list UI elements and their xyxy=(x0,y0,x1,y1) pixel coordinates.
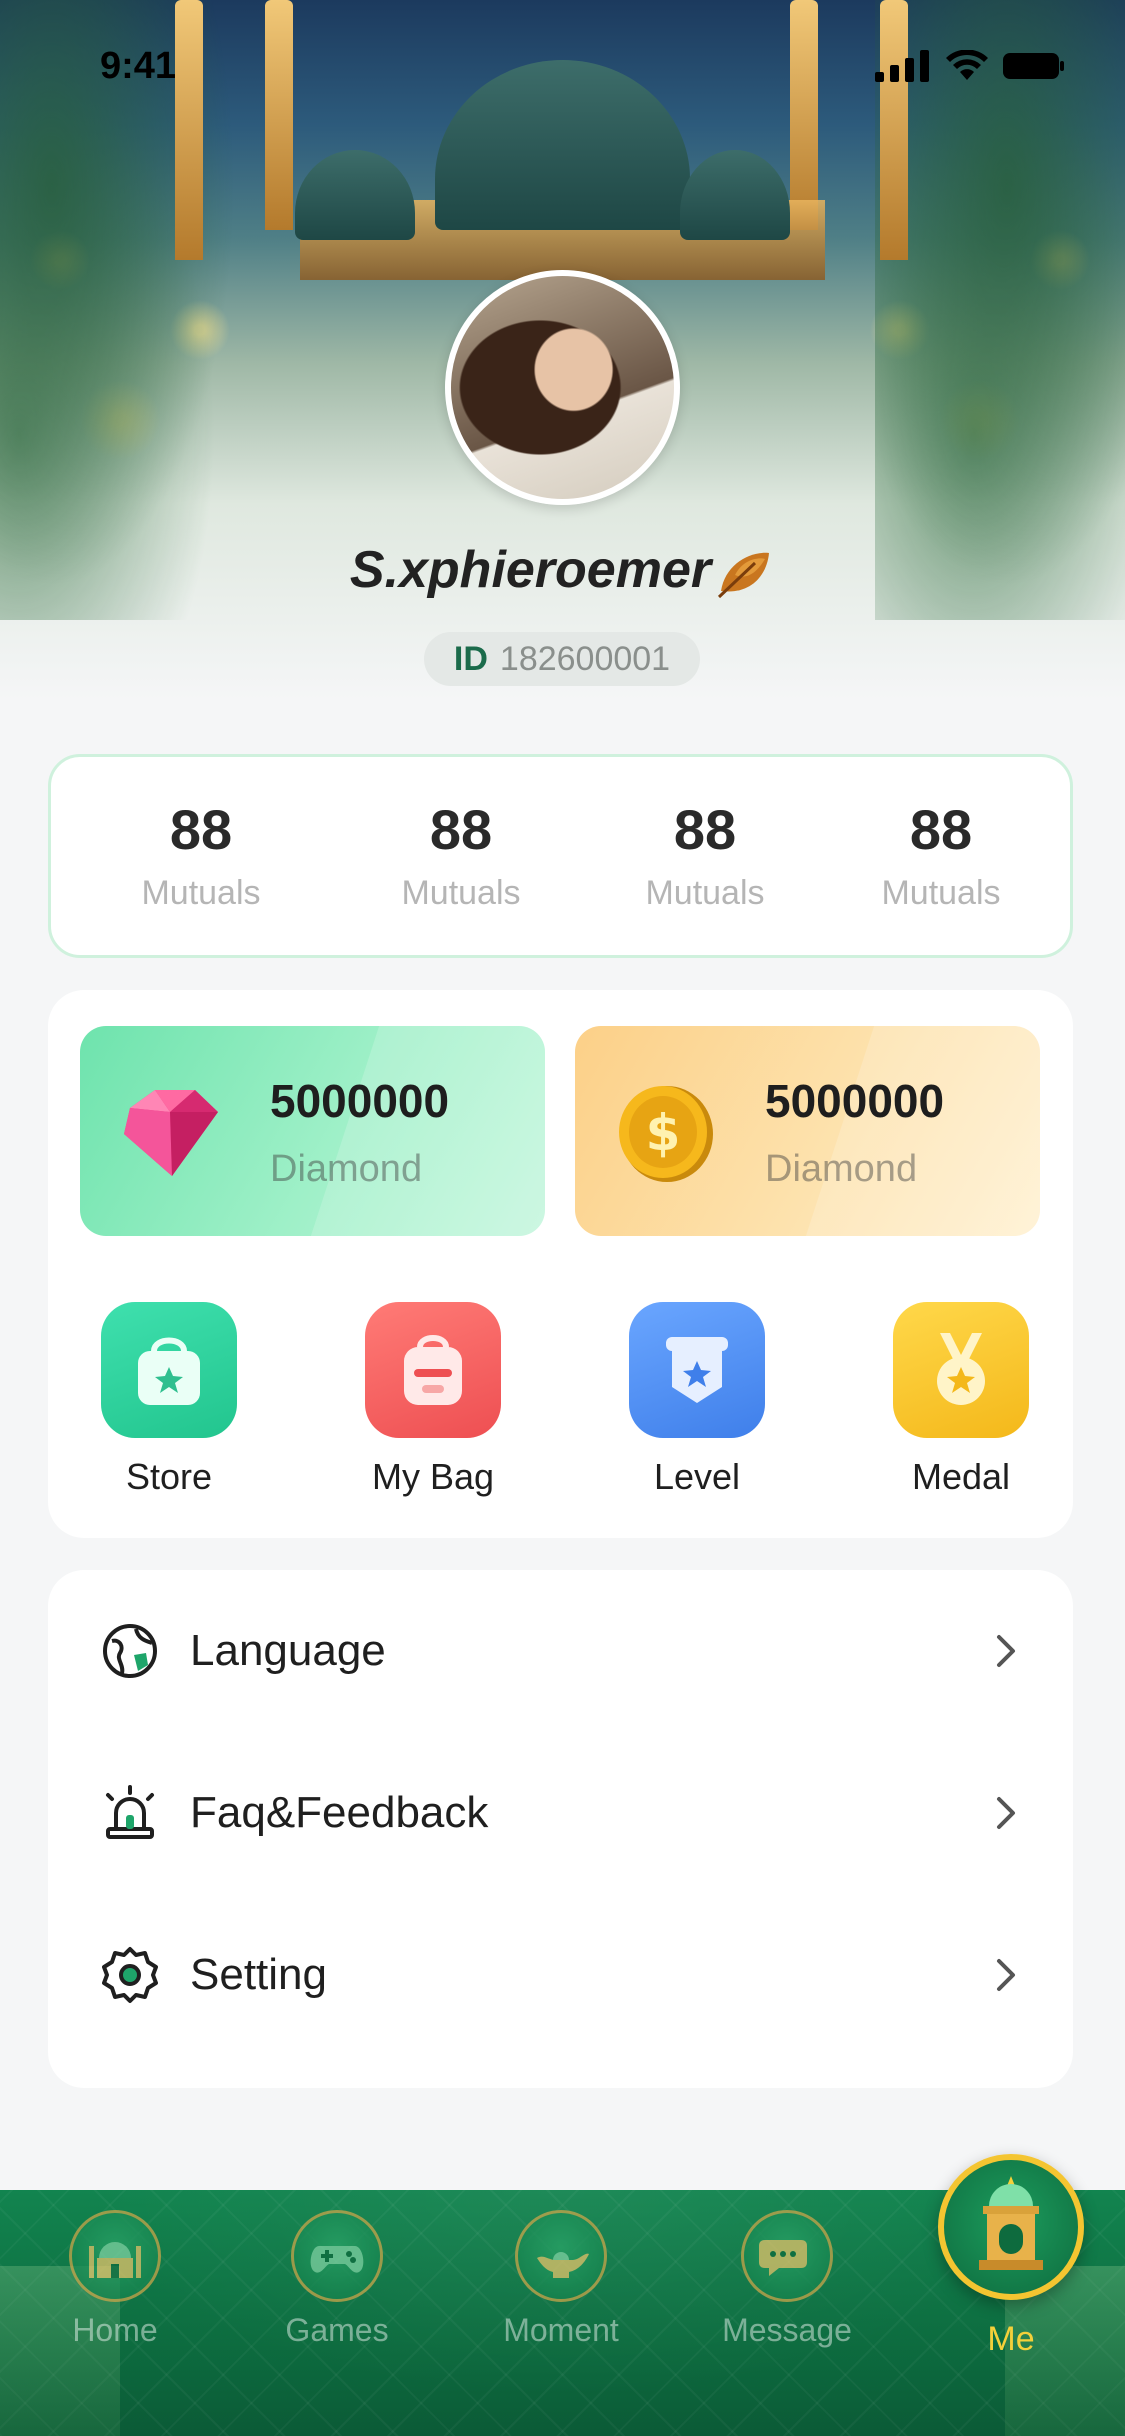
status-bar: 9:41 xyxy=(0,0,1125,132)
shortcut-tile xyxy=(629,1302,765,1438)
menu-label: Faq&Feedback xyxy=(190,1788,489,1837)
chevron-right-icon xyxy=(997,1959,1015,1991)
stat-value: 88 xyxy=(673,798,737,861)
stat-label: Mutuals xyxy=(881,874,1001,912)
status-time: 9:41 xyxy=(100,44,177,87)
tab-label: Message xyxy=(722,2312,852,2348)
tab-me-active[interactable] xyxy=(938,2154,1084,2300)
stat-label: Mutuals xyxy=(401,874,521,912)
stat-mutuals[interactable]: 88 Mutuals xyxy=(595,797,815,913)
shortcut-label: Medal xyxy=(911,1456,1011,1497)
stats-card: 88 Mutuals 88 Mutuals 88 Mutuals 88 Mutu… xyxy=(48,754,1073,958)
stat-mutuals[interactable]: 88 Mutuals xyxy=(351,797,571,913)
tab-games[interactable]: Games xyxy=(242,2210,432,2349)
card-sheen xyxy=(805,1026,1040,1236)
shortcut-level[interactable]: Level xyxy=(607,1302,787,1498)
tab-home[interactable]: Home xyxy=(20,2210,210,2349)
diamond-balance-value: 5000000 xyxy=(270,1075,450,1127)
tab-label: Games xyxy=(285,2312,389,2348)
diamond-icon xyxy=(124,1090,218,1176)
diamond-balance-label: Diamond xyxy=(270,1148,423,1190)
coin-balance-label: Diamond xyxy=(765,1148,918,1190)
menu-label: Language xyxy=(190,1626,386,1675)
profile-avatar[interactable] xyxy=(445,270,680,505)
profile-username-row: S.xphieroemer xyxy=(0,540,1125,601)
settings-menu: Language Faq&Feedback Setting xyxy=(48,1570,1073,2088)
status-icons xyxy=(875,50,1065,82)
shortcut-medal[interactable]: Medal xyxy=(871,1302,1051,1498)
globe-icon xyxy=(103,1624,157,1678)
bottom-tab-bar: Home Games Moment Message Me xyxy=(0,2154,1125,2436)
wallet-card: 5000000 Diamond $ 5000000 Diamond Store xyxy=(48,990,1073,1538)
tab-moment[interactable]: Moment xyxy=(466,2210,656,2349)
id-label: ID xyxy=(453,639,488,678)
diamond-balance-card[interactable]: 5000000 Diamond xyxy=(80,1026,545,1236)
menu-item-setting[interactable]: Setting xyxy=(48,1894,1073,2056)
chat-bubble-icon xyxy=(759,2240,807,2276)
shortcut-label: Level xyxy=(653,1456,741,1497)
cellular-signal-icon xyxy=(875,50,929,82)
shortcut-tile xyxy=(365,1302,501,1438)
mosque-icon xyxy=(89,2242,141,2278)
backpack-icon xyxy=(404,1335,462,1405)
gamepad-icon xyxy=(310,2246,364,2273)
menu-item-faq-feedback[interactable]: Faq&Feedback xyxy=(48,1732,1073,1894)
coin-icon: $ xyxy=(619,1086,713,1182)
tab-label: Moment xyxy=(503,2312,619,2348)
stat-value: 88 xyxy=(909,798,973,861)
menu-label: Setting xyxy=(190,1950,327,1999)
shortcut-my-bag[interactable]: My Bag xyxy=(343,1302,523,1498)
stat-label: Mutuals xyxy=(645,874,765,912)
profile-id-pill[interactable]: ID 182600001 xyxy=(424,632,700,686)
chevron-right-icon xyxy=(997,1797,1015,1829)
stat-value: 88 xyxy=(429,798,493,861)
shortcut-label: Store xyxy=(125,1456,213,1497)
tab-label: Home xyxy=(72,2312,158,2348)
battery-icon xyxy=(1003,53,1064,79)
side-dome xyxy=(680,150,790,240)
card-sheen xyxy=(310,1026,545,1236)
shortcut-tile xyxy=(101,1302,237,1438)
side-dome xyxy=(295,150,415,240)
shortcut-store[interactable]: Store xyxy=(79,1302,259,1498)
svg-text:$: $ xyxy=(646,1104,681,1162)
lantern-icon xyxy=(979,2176,1043,2270)
nav-icon-frame xyxy=(741,2210,833,2302)
leaf-icon xyxy=(718,553,770,599)
coin-balance-card[interactable]: $ 5000000 Diamond xyxy=(575,1026,1040,1236)
coin-balance-value: 5000000 xyxy=(765,1075,945,1127)
stat-label: Mutuals xyxy=(141,874,261,912)
chevron-right-icon xyxy=(997,1635,1015,1667)
stat-value: 88 xyxy=(169,798,233,861)
profile-username: S.xphieroemer xyxy=(349,541,712,599)
shortcut-label: My Bag xyxy=(371,1456,495,1497)
magic-lamp-icon xyxy=(537,2252,589,2278)
menu-item-language[interactable]: Language xyxy=(48,1570,1073,1732)
wifi-icon xyxy=(946,50,988,80)
stat-mutuals[interactable]: 88 Mutuals xyxy=(831,797,1051,913)
alarm-light-icon xyxy=(106,1785,154,1839)
stat-mutuals[interactable]: 88 Mutuals xyxy=(91,797,311,913)
shortcut-tile xyxy=(893,1302,1029,1438)
gear-icon xyxy=(102,1947,158,2003)
level-badge-icon xyxy=(666,1337,728,1403)
tab-label-active: Me xyxy=(987,2320,1035,2358)
nav-icon-frame xyxy=(291,2210,383,2302)
store-bag-icon xyxy=(138,1337,200,1405)
medal-icon xyxy=(937,1333,985,1405)
nav-icon-frame xyxy=(515,2210,607,2302)
tab-message[interactable]: Message xyxy=(692,2210,882,2349)
nav-icon-frame xyxy=(69,2210,161,2302)
id-value: 182600001 xyxy=(499,639,671,678)
